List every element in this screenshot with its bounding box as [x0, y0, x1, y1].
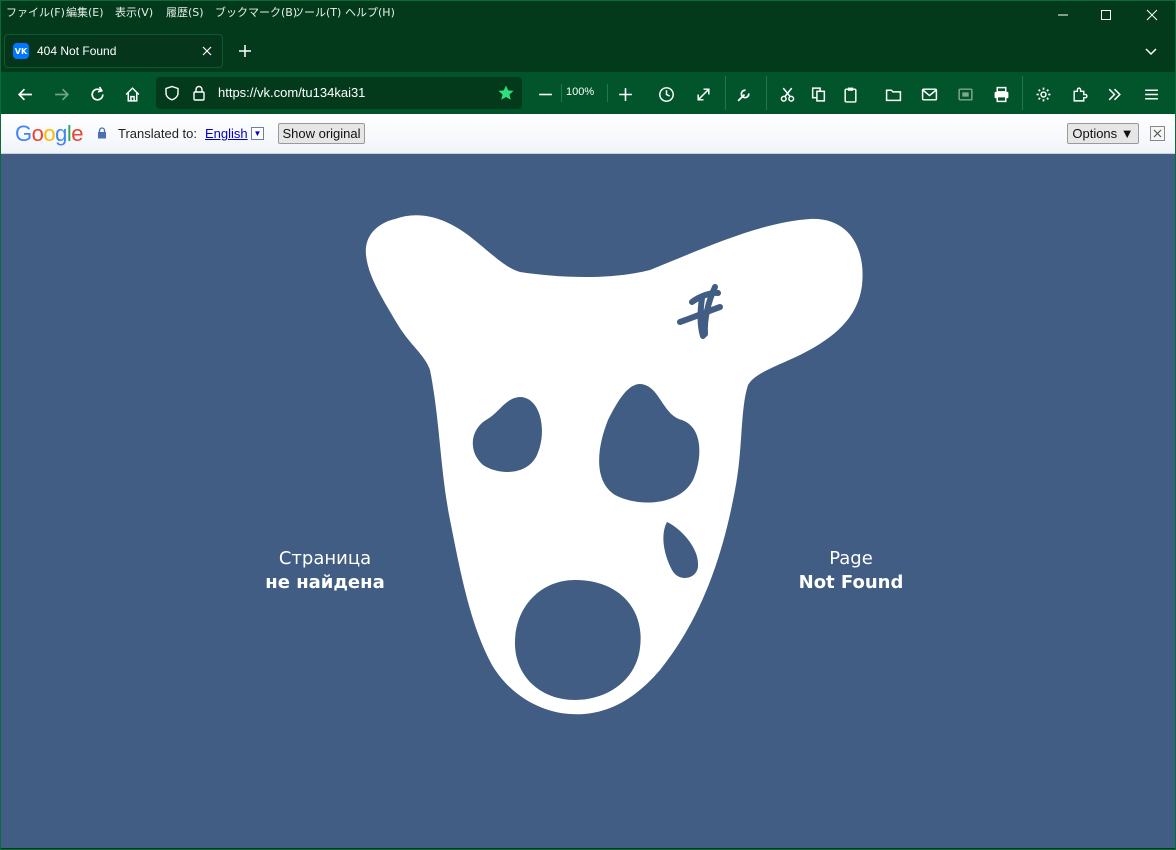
menu-file[interactable]: ファイル(F) — [6, 4, 65, 20]
language-select[interactable]: English — [205, 126, 248, 141]
reload-icon — [90, 86, 104, 101]
close-translate-bar-button[interactable] — [1150, 126, 1165, 141]
arrow-left-icon — [17, 88, 32, 100]
history-button[interactable] — [653, 81, 679, 107]
page-content: Страница не найдена Page Not Found — [1, 154, 1175, 848]
toolbar-separator — [607, 84, 608, 102]
caption-english-line2: Not Found — [798, 572, 904, 593]
menu-edit[interactable]: 編集(E) — [66, 4, 104, 20]
dog-mouth — [514, 580, 641, 700]
paste-button[interactable] — [837, 81, 863, 107]
screenshot-icon — [957, 87, 973, 101]
caption-russian-line1: Страница — [278, 548, 372, 569]
google-translate-bar: Google Translated to: English ▼ Show ori… — [1, 114, 1175, 154]
tab-bar: VK 404 Not Found — [0, 30, 1176, 70]
extensions-button[interactable] — [1066, 81, 1092, 107]
clock-icon — [658, 86, 674, 102]
menu-help[interactable]: ヘルプ(H) — [345, 4, 395, 20]
menu-view[interactable]: 表示(V) — [115, 4, 153, 20]
caption-russian: Страница не найдена — [225, 547, 425, 595]
vk-sad-dog-illustration — [365, 215, 863, 715]
home-icon — [125, 86, 139, 102]
wrench-icon — [737, 88, 750, 101]
menu-bookmarks[interactable]: ブックマーク(B) — [215, 4, 297, 20]
translated-to-label: Translated to: — [118, 126, 198, 141]
minus-icon — [538, 93, 552, 95]
arrow-right-icon — [54, 88, 69, 100]
copy-icon — [811, 86, 825, 102]
plus-icon — [618, 87, 632, 101]
navigation-toolbar: https://vk.com/tu134kai31 100% — [0, 72, 1176, 114]
puzzle-icon — [1072, 87, 1088, 102]
tab-404-not-found[interactable]: VK 404 Not Found — [4, 34, 223, 68]
shield-icon — [165, 85, 179, 101]
url-bar[interactable]: https://vk.com/tu134kai31 — [156, 77, 522, 109]
star-icon[interactable] — [497, 84, 515, 102]
expand-icon — [696, 87, 710, 101]
vk-favicon-icon: VK — [13, 43, 29, 59]
clipboard-icon — [843, 87, 857, 103]
zoom-out-button[interactable] — [532, 81, 558, 107]
zoom-in-button[interactable] — [612, 81, 638, 107]
fullscreen-button[interactable] — [690, 81, 716, 107]
printer-icon — [994, 86, 1008, 102]
mail-icon — [921, 87, 937, 101]
caption-russian-line2: не найдена — [265, 572, 385, 593]
hamburger-menu-icon — [1144, 89, 1158, 99]
toolbar-separator — [766, 76, 767, 110]
menu-bar: ファイル(F) 編集(E) 表示(V) 履歴(S) ブックマーク(B) ツール(… — [0, 0, 1176, 26]
close-icon — [202, 46, 212, 56]
tab-title: 404 Not Found — [37, 44, 117, 58]
options-button[interactable]: Options ▼ — [1067, 123, 1139, 144]
toolbar-separator — [561, 84, 562, 102]
save-page-button[interactable] — [880, 81, 906, 107]
cut-button[interactable] — [774, 81, 800, 107]
overflow-menu-button[interactable] — [1101, 81, 1127, 107]
list-all-tabs-button[interactable] — [1140, 40, 1162, 62]
maximize-button[interactable] — [1083, 0, 1129, 30]
close-icon — [1153, 129, 1162, 138]
scissors-icon — [780, 87, 794, 102]
email-link-button[interactable] — [916, 81, 942, 107]
toolbar-separator — [725, 76, 726, 110]
settings-button[interactable] — [1030, 81, 1056, 107]
gear-icon — [1036, 87, 1050, 101]
copy-button[interactable] — [805, 81, 831, 107]
caption-english-line1: Page — [829, 548, 873, 569]
toolbar-separator — [1022, 76, 1023, 110]
url-text: https://vk.com/tu134kai31 — [218, 85, 366, 100]
dropdown-arrow-icon[interactable]: ▼ — [251, 127, 264, 140]
plus-icon — [239, 45, 251, 57]
reload-button[interactable] — [84, 81, 110, 107]
screenshot-button[interactable] — [952, 81, 978, 107]
new-tab-button[interactable] — [234, 40, 256, 62]
zoom-level[interactable]: 100% — [566, 86, 594, 98]
tab-close-button[interactable] — [198, 42, 216, 60]
customize-button[interactable] — [731, 81, 757, 107]
menu-history[interactable]: 履歴(S) — [166, 4, 204, 20]
maximize-icon — [1101, 10, 1111, 20]
close-window-button[interactable] — [1129, 0, 1175, 30]
double-chevron-right-icon — [1108, 88, 1121, 100]
minimize-icon — [1058, 14, 1068, 16]
folder-icon — [885, 89, 901, 101]
google-logo: Google — [15, 121, 84, 146]
print-button[interactable] — [988, 81, 1014, 107]
lock-icon — [193, 85, 205, 101]
menu-tools[interactable]: ツール(T) — [293, 4, 341, 20]
main-menu-button[interactable] — [1138, 81, 1164, 107]
forward-button[interactable] — [48, 81, 74, 107]
minimize-button[interactable] — [1040, 0, 1086, 30]
home-button[interactable] — [119, 81, 145, 107]
back-button[interactable] — [12, 81, 38, 107]
caption-english: Page Not Found — [751, 547, 951, 595]
show-original-button[interactable]: Show original — [278, 123, 365, 144]
lock-icon — [98, 127, 106, 139]
close-icon — [1146, 9, 1158, 21]
chevron-down-icon — [1145, 48, 1157, 56]
